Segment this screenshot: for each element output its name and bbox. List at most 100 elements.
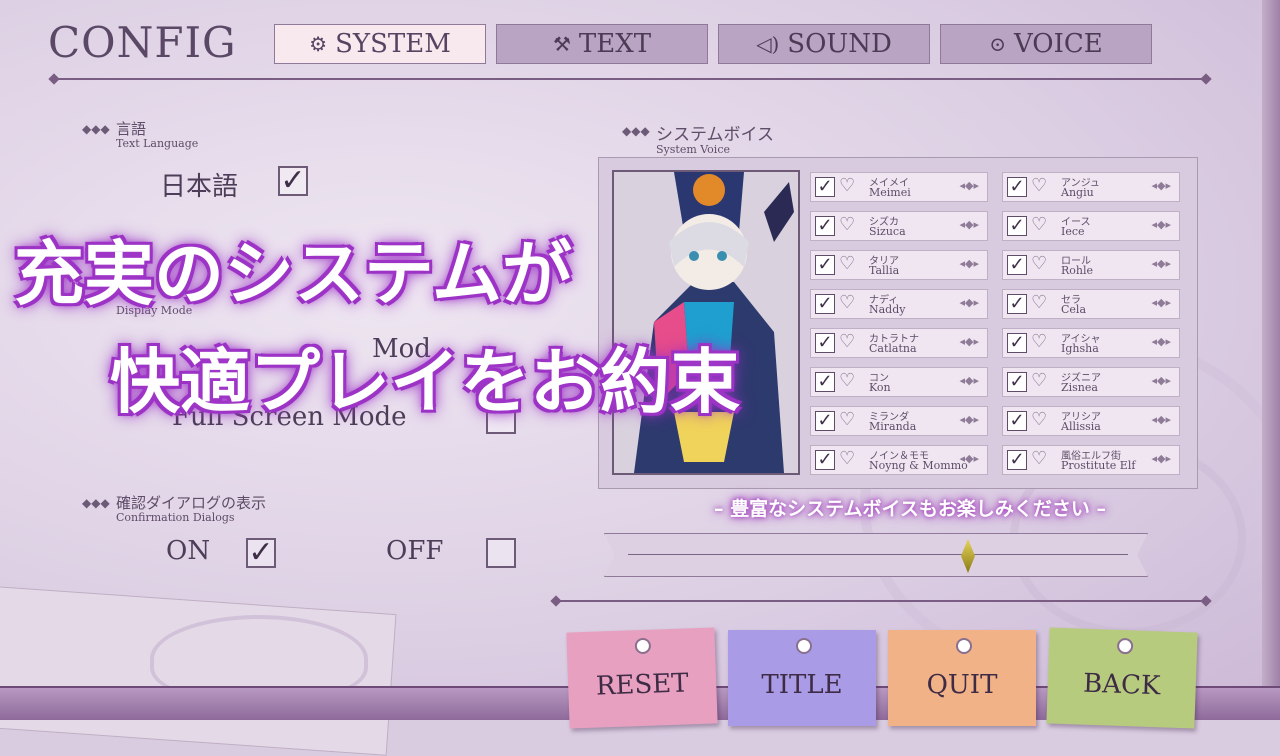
right-frame — [1262, 0, 1280, 720]
confirm-section-heading: ◆◆◆ 確認ダイアログの表示 Confirmation Dialogs — [82, 492, 267, 524]
play-icon[interactable]: ◂◆▸ — [959, 218, 979, 231]
voice-checkbox[interactable]: ✓ — [815, 333, 835, 353]
heart-icon: ♡ — [839, 214, 856, 235]
voice-name-en: Cela — [1061, 303, 1087, 316]
voice-item[interactable]: ✓ ♡ 風俗エルフ街 Prostitute Elf ◂◆▸ — [1002, 445, 1180, 475]
pin-icon — [796, 638, 812, 654]
voice-volume-slider[interactable] — [604, 533, 1148, 577]
play-icon[interactable]: ◂◆▸ — [959, 452, 979, 465]
quit-label: QUIT — [926, 670, 998, 700]
voice-checkbox[interactable]: ✓ — [815, 255, 835, 275]
language-checkbox[interactable]: ✓ — [278, 166, 308, 196]
voice-checkbox[interactable]: ✓ — [1007, 372, 1027, 392]
tab-text[interactable]: ⚒ TEXT — [496, 24, 708, 64]
voice-item[interactable]: ✓ ♡ コン Kon ◂◆▸ — [810, 367, 988, 397]
back-button[interactable]: BACK — [1046, 627, 1198, 729]
pin-icon — [634, 637, 652, 655]
voice-name-en: Rohle — [1061, 264, 1094, 277]
voice-name-en: Catlatna — [869, 342, 917, 355]
voice-item[interactable]: ✓ ♡ セラ Cela ◂◆▸ — [1002, 289, 1180, 319]
title-button[interactable]: TITLE — [728, 630, 876, 726]
play-icon[interactable]: ◂◆▸ — [1151, 179, 1171, 192]
play-icon[interactable]: ◂◆▸ — [1151, 296, 1171, 309]
play-icon[interactable]: ◂◆▸ — [1151, 413, 1171, 426]
voice-name-en: Meimei — [869, 186, 911, 199]
play-icon[interactable]: ◂◆▸ — [959, 296, 979, 309]
tab-sound[interactable]: ◁) SOUND — [718, 24, 930, 64]
voice-item[interactable]: ✓ ♡ メイメイ Meimei ◂◆▸ — [810, 172, 988, 202]
reset-button[interactable]: RESET — [566, 627, 718, 729]
play-icon[interactable]: ◂◆▸ — [1151, 374, 1171, 387]
voice-checkbox[interactable]: ✓ — [815, 216, 835, 236]
voice-item[interactable]: ✓ ♡ アリシア Allissia ◂◆▸ — [1002, 406, 1180, 436]
portrait-art — [614, 172, 798, 473]
voice-item[interactable]: ✓ ♡ ジズニア Zisnea ◂◆▸ — [1002, 367, 1180, 397]
play-icon[interactable]: ◂◆▸ — [959, 257, 979, 270]
voice-item[interactable]: ✓ ♡ シズカ Sizuca ◂◆▸ — [810, 211, 988, 241]
voice-name-en: Kon — [869, 381, 891, 394]
voice-name-en: Noyng & Mommo — [869, 459, 968, 472]
voice-checkbox[interactable]: ✓ — [1007, 450, 1027, 470]
tab-label: SYSTEM — [335, 29, 451, 59]
voice-checkbox[interactable]: ✓ — [815, 411, 835, 431]
confirm-title-jp: 確認ダイアログの表示 — [116, 494, 267, 512]
voice-item[interactable]: ✓ ♡ タリア Tallia ◂◆▸ — [810, 250, 988, 280]
voice-checkbox[interactable]: ✓ — [1007, 177, 1027, 197]
heart-icon: ♡ — [1031, 409, 1048, 430]
play-icon[interactable]: ◂◆▸ — [959, 179, 979, 192]
heart-icon: ♡ — [1031, 214, 1048, 235]
voice-checkbox[interactable]: ✓ — [1007, 255, 1027, 275]
voice-name-en: Zisnea — [1061, 381, 1098, 394]
pin-icon — [956, 638, 972, 654]
heart-icon: ♡ — [839, 331, 856, 352]
voice-checkbox[interactable]: ✓ — [815, 372, 835, 392]
voice-checkbox[interactable]: ✓ — [815, 450, 835, 470]
character-portrait — [612, 170, 800, 475]
voice-name-en: Sizuca — [869, 225, 906, 238]
ornament-icon: ◆◆◆ — [82, 496, 110, 510]
voice-item[interactable]: ✓ ♡ アイシャ Ighsha ◂◆▸ — [1002, 328, 1180, 358]
confirm-on-checkbox[interactable]: ✓ — [246, 538, 276, 568]
voice-title-jp: システムボイス — [656, 125, 774, 145]
slider-line — [628, 554, 1128, 555]
quit-button[interactable]: QUIT — [888, 630, 1036, 726]
voice-item[interactable]: ✓ ♡ アンジュ Angiu ◂◆▸ — [1002, 172, 1180, 202]
voice-checkbox[interactable]: ✓ — [1007, 216, 1027, 236]
tab-label: SOUND — [787, 29, 892, 59]
header-divider — [54, 78, 1206, 80]
play-icon[interactable]: ◂◆▸ — [1151, 335, 1171, 348]
footer-divider — [556, 600, 1206, 602]
ornament-icon: ◆◆◆ — [82, 122, 110, 136]
play-icon[interactable]: ◂◆▸ — [1151, 257, 1171, 270]
voice-item[interactable]: ✓ ♡ ノイン＆モモ Noyng & Mommo ◂◆▸ — [810, 445, 988, 475]
play-icon[interactable]: ◂◆▸ — [959, 374, 979, 387]
voice-checkbox[interactable]: ✓ — [815, 177, 835, 197]
voice-item[interactable]: ✓ ♡ ロール Rohle ◂◆▸ — [1002, 250, 1180, 280]
play-icon[interactable]: ◂◆▸ — [1151, 218, 1171, 231]
voice-item[interactable]: ✓ ♡ カトラトナ Catlatna ◂◆▸ — [810, 328, 988, 358]
voice-item[interactable]: ✓ ♡ イース Iece ◂◆▸ — [1002, 211, 1180, 241]
voice-item[interactable]: ✓ ♡ ナディ Naddy ◂◆▸ — [810, 289, 988, 319]
play-icon[interactable]: ◂◆▸ — [1151, 452, 1171, 465]
heart-icon: ♡ — [839, 370, 856, 391]
voice-item[interactable]: ✓ ♡ ミランダ Miranda ◂◆▸ — [810, 406, 988, 436]
tab-voice[interactable]: ⊙ VOICE — [940, 24, 1152, 64]
heart-icon: ♡ — [839, 409, 856, 430]
heart-icon: ♡ — [1031, 370, 1048, 391]
tab-label: TEXT — [578, 29, 652, 59]
play-icon[interactable]: ◂◆▸ — [959, 413, 979, 426]
confirm-off-checkbox[interactable] — [486, 538, 516, 568]
voice-name-en: Allissia — [1061, 420, 1101, 433]
hammer-icon: ⚒ — [552, 32, 571, 56]
voice-checkbox[interactable]: ✓ — [815, 294, 835, 314]
language-title-jp: 言語 — [116, 120, 147, 138]
voice-checkbox[interactable]: ✓ — [1007, 294, 1027, 314]
voice-checkbox[interactable]: ✓ — [1007, 333, 1027, 353]
tab-system[interactable]: ⚙ SYSTEM — [274, 24, 486, 64]
voice-name-en: Tallia — [869, 264, 900, 277]
voice-name-en: Angiu — [1061, 186, 1094, 199]
voice-checkbox[interactable]: ✓ — [1007, 411, 1027, 431]
voice-section-heading: ◆◆◆ システムボイス System Voice — [622, 120, 774, 156]
play-icon[interactable]: ◂◆▸ — [959, 335, 979, 348]
gear-icon: ⚙ — [309, 32, 328, 56]
